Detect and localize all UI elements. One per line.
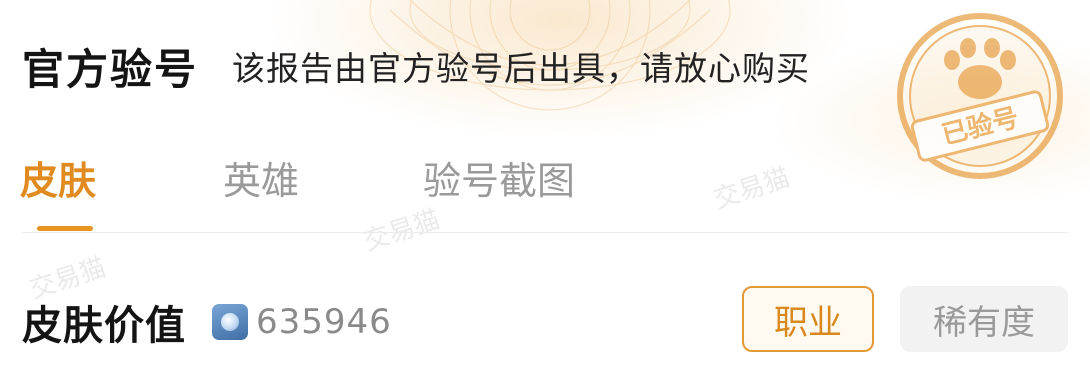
active-tab-indicator (37, 226, 93, 231)
tab-heroes[interactable]: 英雄 (223, 150, 299, 205)
tab-skins[interactable]: 皮肤 (20, 150, 96, 205)
page-subtitle: 该报告由官方验号后出具，请放心购买 (232, 49, 811, 88)
report-header: 官方验号 该报告由官方验号后出具，请放心购买 (22, 36, 810, 96)
skin-value-amount: 635946 (256, 302, 392, 342)
divider (22, 232, 1068, 233)
skin-value-row: 皮肤价值 635946 (22, 292, 392, 352)
page-title: 官方验号 (22, 44, 199, 94)
job-filter-button[interactable]: 职业 (742, 286, 874, 352)
verified-seal: 已验号 (897, 13, 1063, 179)
rarity-filter-button[interactable]: 稀有度 (900, 286, 1068, 352)
coin-icon (212, 304, 248, 340)
skin-value-label: 皮肤价值 (22, 303, 186, 349)
tab-screenshots[interactable]: 验号截图 (423, 150, 575, 205)
